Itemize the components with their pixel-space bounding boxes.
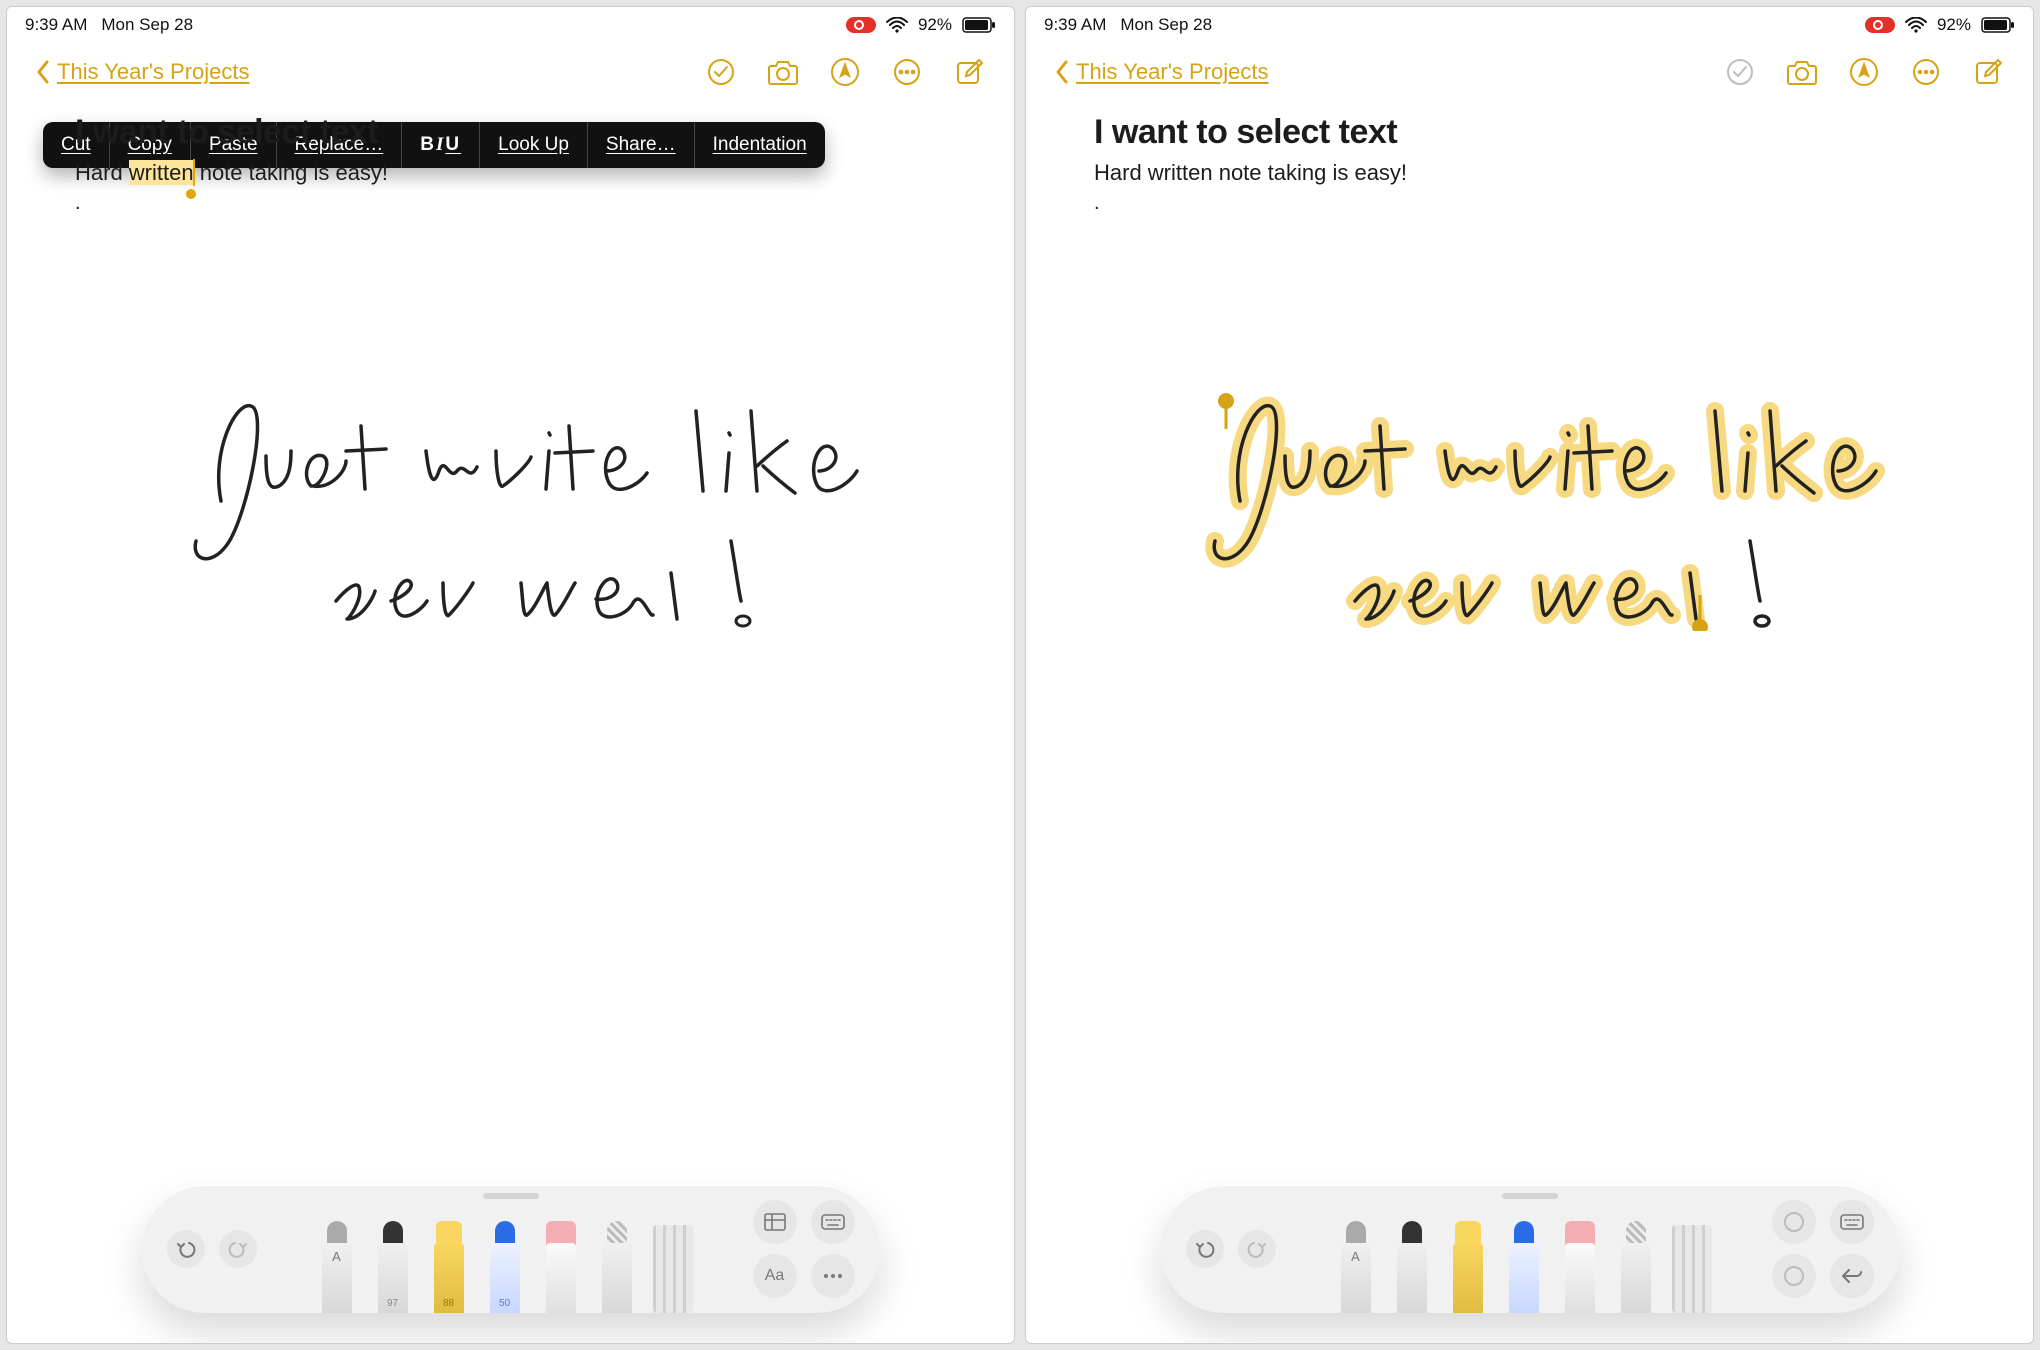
record-icon — [854, 20, 864, 30]
app-header: This Year's Projects — [7, 43, 1014, 101]
screen-record-indicator[interactable] — [846, 17, 876, 33]
device-left: 9:39 AM Mon Sep 28 92% This Year's Proje… — [6, 6, 1015, 1344]
dock-handle[interactable] — [1502, 1193, 1558, 1199]
note-text-pre: Hard — [1094, 160, 1148, 185]
tool-pen[interactable]: 97 — [368, 1221, 418, 1313]
tool-handwriting-pen[interactable]: A — [1331, 1221, 1381, 1313]
app-header: This Year's Projects — [1026, 43, 2033, 101]
status-time: 9:39 AM — [1044, 15, 1106, 35]
status-bar: 9:39 AM Mon Sep 28 92% — [1026, 7, 2033, 43]
status-time: 9:39 AM — [25, 15, 87, 35]
handwriting-area[interactable] — [1026, 371, 2033, 631]
wifi-icon — [886, 17, 908, 33]
back-label: This Year's Projects — [57, 59, 250, 85]
checklist-button[interactable] — [704, 55, 738, 89]
note-text-post: note taking is easy! — [194, 160, 388, 185]
note-title[interactable]: I want to select text — [1094, 113, 1965, 152]
back-button[interactable]: This Year's Projects — [35, 59, 250, 85]
status-date: Mon Sep 28 — [101, 15, 193, 35]
dock-handle[interactable] — [483, 1193, 539, 1199]
note-body[interactable]: I want to select text Hard written note … — [7, 101, 1014, 1343]
handwriting-area[interactable] — [7, 371, 1014, 631]
tool-handwriting-pen[interactable]: A — [312, 1221, 362, 1313]
device-right: 9:39 AM Mon Sep 28 92% This Year's Proje… — [1025, 6, 2034, 1344]
tool-ruler[interactable] — [648, 1221, 698, 1313]
table-button[interactable] — [753, 1200, 797, 1244]
note-title[interactable]: I want to select text — [75, 113, 946, 152]
redo-button[interactable] — [219, 1230, 257, 1268]
tool-dock-wrap: A 97 88 50 Aa — [7, 1185, 1014, 1313]
tool-row: A — [1290, 1185, 1758, 1313]
compose-button[interactable] — [952, 55, 986, 89]
tool-pencil[interactable] — [1499, 1221, 1549, 1313]
note-text-pre: Hard — [75, 160, 129, 185]
status-bar: 9:39 AM Mon Sep 28 92% — [7, 7, 1014, 43]
tool-row: A 97 88 50 — [271, 1185, 739, 1313]
selected-text[interactable]: written — [129, 160, 194, 185]
checklist-button[interactable] — [1723, 55, 1757, 89]
compose-button[interactable] — [1971, 55, 2005, 89]
camera-button[interactable] — [766, 55, 800, 89]
note-text-line[interactable]: Hard written note taking is easy! — [75, 160, 946, 186]
tool-dock[interactable]: A 97 88 50 Aa — [141, 1185, 881, 1313]
tool-marker[interactable] — [1443, 1221, 1493, 1313]
keyboard-button[interactable] — [811, 1200, 855, 1244]
battery-pct: 92% — [918, 15, 952, 35]
battery-icon — [962, 17, 996, 33]
dock-round-a[interactable] — [1772, 1200, 1816, 1244]
more-button[interactable] — [1909, 55, 1943, 89]
chevron-left-icon — [35, 60, 51, 84]
camera-button[interactable] — [1785, 55, 1819, 89]
tool-dock[interactable]: A — [1160, 1185, 1900, 1313]
note-text-mid: written — [1148, 160, 1213, 185]
battery-pct: 92% — [1937, 15, 1971, 35]
chevron-left-icon — [1054, 60, 1070, 84]
record-icon — [1873, 20, 1883, 30]
undo-button[interactable] — [1186, 1230, 1224, 1268]
note-dot-line[interactable]: . — [1094, 192, 1965, 215]
note-text-post: note taking is easy! — [1213, 160, 1407, 185]
tool-eraser[interactable] — [1555, 1221, 1605, 1313]
tool-ruler[interactable] — [1667, 1221, 1717, 1313]
dock-more-button[interactable] — [811, 1254, 855, 1298]
markup-button[interactable] — [1847, 55, 1881, 89]
dock-round-b[interactable] — [1772, 1254, 1816, 1298]
screen-record-indicator[interactable] — [1865, 17, 1895, 33]
keyboard-button[interactable] — [1830, 1200, 1874, 1244]
status-date: Mon Sep 28 — [1120, 15, 1212, 35]
tool-dock-wrap: A — [1026, 1185, 2033, 1313]
note-body[interactable]: I want to select text Hard written note … — [1026, 101, 2033, 1343]
wifi-icon — [1905, 17, 1927, 33]
more-button[interactable] — [890, 55, 924, 89]
tool-lasso[interactable] — [1611, 1221, 1661, 1313]
back-button[interactable]: This Year's Projects — [1054, 59, 1269, 85]
dock-back-button[interactable] — [1830, 1254, 1874, 1298]
tool-marker[interactable]: 88 — [424, 1221, 474, 1313]
note-text-line[interactable]: Hard written note taking is easy! — [1094, 160, 1965, 186]
note-dot-line[interactable]: . — [75, 192, 946, 215]
tool-eraser[interactable] — [536, 1221, 586, 1313]
back-label: This Year's Projects — [1076, 59, 1269, 85]
text-format-button[interactable]: Aa — [753, 1254, 797, 1298]
undo-button[interactable] — [167, 1230, 205, 1268]
markup-button[interactable] — [828, 55, 862, 89]
tool-lasso[interactable] — [592, 1221, 642, 1313]
redo-button[interactable] — [1238, 1230, 1276, 1268]
battery-icon — [1981, 17, 2015, 33]
tool-pencil[interactable]: 50 — [480, 1221, 530, 1313]
tool-pen[interactable] — [1387, 1221, 1437, 1313]
